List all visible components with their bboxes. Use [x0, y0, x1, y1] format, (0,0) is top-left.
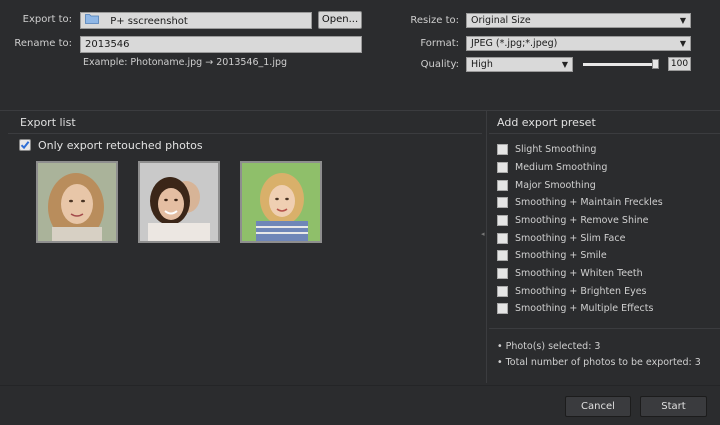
footer-separator [0, 385, 720, 386]
preset-label: Smoothing + Smile [515, 250, 607, 261]
quality-slider-handle[interactable] [652, 59, 659, 69]
preset-item[interactable]: Smoothing + Smile [497, 247, 607, 264]
preset-checkbox[interactable] [497, 303, 508, 314]
quality-slider-fill [583, 63, 657, 66]
export-to-field[interactable]: P+ sscreenshot [80, 12, 312, 29]
open-button[interactable]: Open... [318, 11, 362, 29]
quality-slider-track[interactable] [583, 63, 657, 66]
preset-label: Smoothing + Maintain Freckles [515, 197, 663, 208]
preset-label: Smoothing + Multiple Effects [515, 303, 654, 314]
resize-value: Original Size [471, 15, 531, 26]
preset-item[interactable]: Medium Smoothing [497, 159, 607, 176]
format-label: Format: [420, 38, 459, 49]
format-value: JPEG (*.jpg;*.jpeg) [471, 38, 558, 49]
resize-label: Resize to: [410, 15, 459, 26]
preset-item[interactable]: Smoothing + Multiple Effects [497, 300, 653, 317]
preset-item[interactable]: Smoothing + Whiten Teeth [497, 265, 643, 282]
rename-example: Example: Photoname.jpg → 2013546_1.jpg [83, 57, 288, 68]
preset-checkbox[interactable] [497, 233, 508, 244]
folder-icon [85, 13, 99, 29]
preset-checkbox[interactable] [497, 268, 508, 279]
summary-selected: • Photo(s) selected: 3 [497, 341, 600, 352]
start-button[interactable]: Start [640, 396, 707, 417]
quality-label: Quality: [420, 59, 459, 70]
preset-label: Smoothing + Slim Face [515, 233, 626, 244]
preset-checkbox[interactable] [497, 162, 508, 173]
preset-checkbox[interactable] [497, 215, 508, 226]
preset-checkbox[interactable] [497, 286, 508, 297]
preset-checkbox[interactable] [497, 144, 508, 155]
preset-item[interactable]: Major Smoothing [497, 177, 596, 194]
only-retouched-checkbox[interactable] [19, 139, 31, 151]
top-separator [0, 110, 720, 111]
panel-divider [486, 111, 487, 383]
preset-label: Medium Smoothing [515, 162, 608, 173]
divider-handle-icon[interactable]: ◂ [481, 230, 485, 238]
rename-to-label: Rename to: [14, 38, 72, 49]
export-to-label: Export to: [22, 14, 72, 25]
quality-value: High [471, 59, 493, 70]
presets-title: Add export preset [497, 116, 596, 129]
summary-selected-text: Photo(s) selected: 3 [505, 341, 601, 352]
preset-checkbox[interactable] [497, 197, 508, 208]
preset-label: Major Smoothing [515, 180, 596, 191]
preset-label: Smoothing + Brighten Eyes [515, 286, 647, 297]
checkmark-icon [20, 141, 30, 150]
photo-thumbnail-1[interactable] [36, 161, 118, 243]
export-to-value: P+ sscreenshot [110, 16, 188, 27]
only-retouched-label: Only export retouched photos [38, 139, 203, 152]
preset-item[interactable]: Smoothing + Remove Shine [497, 212, 648, 229]
chevron-down-icon: ▼ [561, 60, 568, 69]
export-list-title: Export list [20, 116, 76, 129]
chevron-down-icon: ▼ [679, 16, 686, 25]
chevron-down-icon: ▼ [679, 39, 686, 48]
summary-total: • Total number of photos to be exported: … [497, 357, 701, 368]
preset-item[interactable]: Smoothing + Brighten Eyes [497, 283, 647, 300]
preset-item[interactable]: Smoothing + Maintain Freckles [497, 194, 663, 211]
preset-checkbox[interactable] [497, 250, 508, 261]
preset-item[interactable]: Smoothing + Slim Face [497, 230, 625, 247]
rename-to-field[interactable]: 2013546 [80, 36, 362, 53]
quality-number-field[interactable]: 100 [668, 57, 691, 71]
preset-checkbox[interactable] [497, 180, 508, 191]
format-select[interactable]: JPEG (*.jpg;*.jpeg) ▼ [466, 36, 691, 51]
cancel-button[interactable]: Cancel [565, 396, 631, 417]
preset-item[interactable]: Slight Smoothing [497, 141, 596, 158]
summary-total-text: Total number of photos to be exported: 3 [505, 357, 701, 368]
presets-separator [489, 133, 720, 134]
summary-separator [489, 328, 720, 329]
bullet-icon: • [497, 357, 503, 368]
bullet-icon: • [497, 341, 503, 352]
export-list-separator [8, 133, 482, 134]
quality-select[interactable]: High ▼ [466, 57, 573, 72]
preset-label: Smoothing + Remove Shine [515, 215, 649, 226]
preset-label: Smoothing + Whiten Teeth [515, 268, 643, 279]
photo-thumbnail-2[interactable] [138, 161, 220, 243]
preset-label: Slight Smoothing [515, 144, 597, 155]
photo-thumbnail-3[interactable] [240, 161, 322, 243]
resize-select[interactable]: Original Size ▼ [466, 13, 691, 28]
